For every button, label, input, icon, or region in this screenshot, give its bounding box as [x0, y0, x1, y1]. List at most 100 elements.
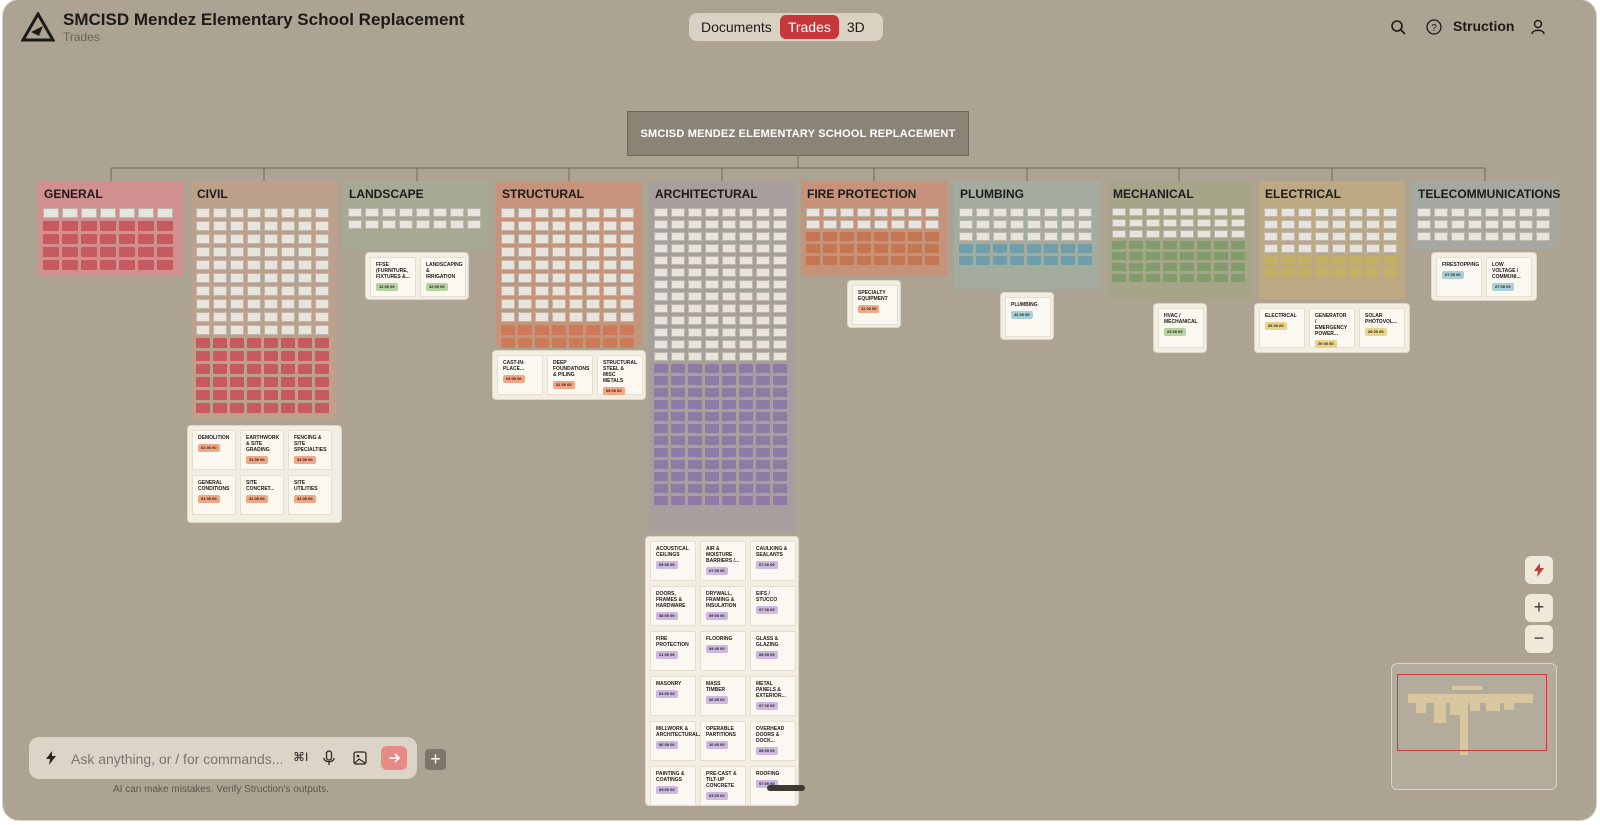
sheet-chip[interactable] — [773, 460, 787, 469]
sheet-chip[interactable] — [1366, 256, 1380, 265]
sheet-chip[interactable] — [196, 377, 210, 387]
document-thumbnail[interactable] — [586, 221, 600, 231]
document-thumbnail[interactable] — [756, 316, 770, 325]
sheet-chip[interactable] — [756, 436, 770, 445]
document-thumbnail[interactable] — [315, 208, 329, 218]
sheet-chip[interactable] — [1214, 252, 1228, 260]
sheet-chip[interactable] — [756, 400, 770, 409]
subtrade-card[interactable]: METAL PANELS & EXTERIOR... 07 00 00 — [750, 676, 796, 716]
document-thumbnail[interactable] — [1146, 208, 1160, 216]
document-thumbnail[interactable] — [654, 292, 668, 301]
sheet-chip[interactable] — [230, 338, 244, 348]
sheet-chip[interactable] — [806, 256, 820, 265]
document-thumbnail[interactable] — [722, 328, 736, 337]
document-thumbnail[interactable] — [230, 312, 244, 322]
document-thumbnail[interactable] — [857, 208, 871, 217]
sheet-chip[interactable] — [705, 412, 719, 421]
trade-general[interactable]: GENERAL — [38, 181, 184, 276]
document-thumbnail[interactable] — [315, 299, 329, 309]
document-thumbnail[interactable] — [281, 247, 295, 257]
document-thumbnail[interactable] — [654, 340, 668, 349]
sheet-chip[interactable] — [806, 244, 820, 253]
document-thumbnail[interactable] — [552, 221, 566, 231]
document-thumbnail[interactable] — [806, 220, 820, 229]
sheet-chip[interactable] — [840, 232, 854, 241]
document-thumbnail[interactable] — [1434, 220, 1448, 229]
document-thumbnail[interactable] — [518, 273, 532, 283]
subtrade-card[interactable]: DEEP FOUNDATIONS & PILING 31 00 00 — [547, 355, 593, 395]
sheet-chip[interactable] — [230, 390, 244, 400]
document-thumbnail[interactable] — [281, 312, 295, 322]
sheet-chip[interactable] — [891, 232, 905, 241]
document-thumbnail[interactable] — [773, 220, 787, 229]
sheet-chip[interactable] — [925, 232, 939, 241]
sheet-chip[interactable] — [281, 377, 295, 387]
sheet-chip[interactable] — [586, 325, 600, 335]
document-thumbnail[interactable] — [1061, 208, 1075, 217]
document-thumbnail[interactable] — [756, 220, 770, 229]
sheet-chip[interactable] — [1129, 252, 1143, 260]
sheet-chip[interactable] — [1383, 268, 1397, 277]
document-thumbnail[interactable] — [535, 247, 549, 257]
document-thumbnail[interactable] — [1197, 230, 1211, 238]
user-name[interactable]: Struction — [1453, 18, 1514, 34]
document-thumbnail[interactable] — [1349, 232, 1363, 241]
sheet-chip[interactable] — [43, 260, 59, 270]
sheet-chip[interactable] — [1027, 256, 1041, 265]
sheet-chip[interactable] — [264, 377, 278, 387]
subtrade-card[interactable]: GENERATOR / EMERGENCY POWER... 26 00 00 — [1309, 308, 1355, 348]
subtrade-card[interactable]: MASONRY 04 00 00 — [650, 676, 696, 716]
document-thumbnail[interactable] — [773, 292, 787, 301]
document-thumbnail[interactable] — [298, 208, 312, 218]
sheet-chip[interactable] — [298, 338, 312, 348]
document-thumbnail[interactable] — [654, 280, 668, 289]
document-thumbnail[interactable] — [535, 299, 549, 309]
struction-logo-icon[interactable] — [21, 12, 55, 42]
sheet-chip[interactable] — [247, 390, 261, 400]
document-thumbnail[interactable] — [518, 286, 532, 296]
sheet-chip[interactable] — [1129, 263, 1143, 271]
document-thumbnail[interactable] — [756, 244, 770, 253]
subtrade-card[interactable]: LANDSCAPING & IRRIGATION 32 00 00 — [420, 257, 466, 297]
sheet-chip[interactable] — [230, 377, 244, 387]
document-thumbnail[interactable] — [806, 208, 820, 217]
document-thumbnail[interactable] — [959, 208, 973, 217]
document-thumbnail[interactable] — [739, 232, 753, 241]
sheet-chip[interactable] — [688, 460, 702, 469]
document-thumbnail[interactable] — [671, 244, 685, 253]
document-thumbnail[interactable] — [1129, 230, 1143, 238]
document-thumbnail[interactable] — [671, 208, 685, 217]
sheet-chip[interactable] — [671, 448, 685, 457]
sheet-chip[interactable] — [1163, 241, 1177, 249]
document-thumbnail[interactable] — [552, 234, 566, 244]
document-thumbnail[interactable] — [119, 208, 135, 218]
document-thumbnail[interactable] — [671, 280, 685, 289]
document-thumbnail[interactable] — [586, 208, 600, 218]
subtrade-card[interactable]: PRE-CAST & TILT-UP CONCRETE 03 00 00 — [700, 766, 746, 806]
sheet-chip[interactable] — [688, 364, 702, 373]
document-thumbnail[interactable] — [976, 220, 990, 229]
sheet-chip[interactable] — [213, 377, 227, 387]
document-thumbnail[interactable] — [1061, 220, 1075, 229]
document-thumbnail[interactable] — [1451, 232, 1465, 241]
document-thumbnail[interactable] — [1044, 208, 1058, 217]
document-thumbnail[interactable] — [959, 220, 973, 229]
document-thumbnail[interactable] — [586, 273, 600, 283]
sheet-chip[interactable] — [739, 472, 753, 481]
document-thumbnail[interactable] — [1214, 219, 1228, 227]
sheet-chip[interactable] — [213, 390, 227, 400]
document-thumbnail[interactable] — [671, 340, 685, 349]
document-thumbnail[interactable] — [535, 221, 549, 231]
sheet-chip[interactable] — [1264, 268, 1278, 277]
document-thumbnail[interactable] — [976, 208, 990, 217]
document-thumbnail[interactable] — [264, 234, 278, 244]
document-thumbnail[interactable] — [552, 286, 566, 296]
document-thumbnail[interactable] — [688, 220, 702, 229]
add-button[interactable]: + — [425, 749, 446, 770]
document-thumbnail[interactable] — [620, 312, 634, 322]
sheet-chip[interactable] — [315, 338, 329, 348]
sheet-chip[interactable] — [654, 448, 668, 457]
document-thumbnail[interactable] — [569, 286, 583, 296]
document-thumbnail[interactable] — [213, 234, 227, 244]
document-thumbnail[interactable] — [157, 208, 173, 218]
